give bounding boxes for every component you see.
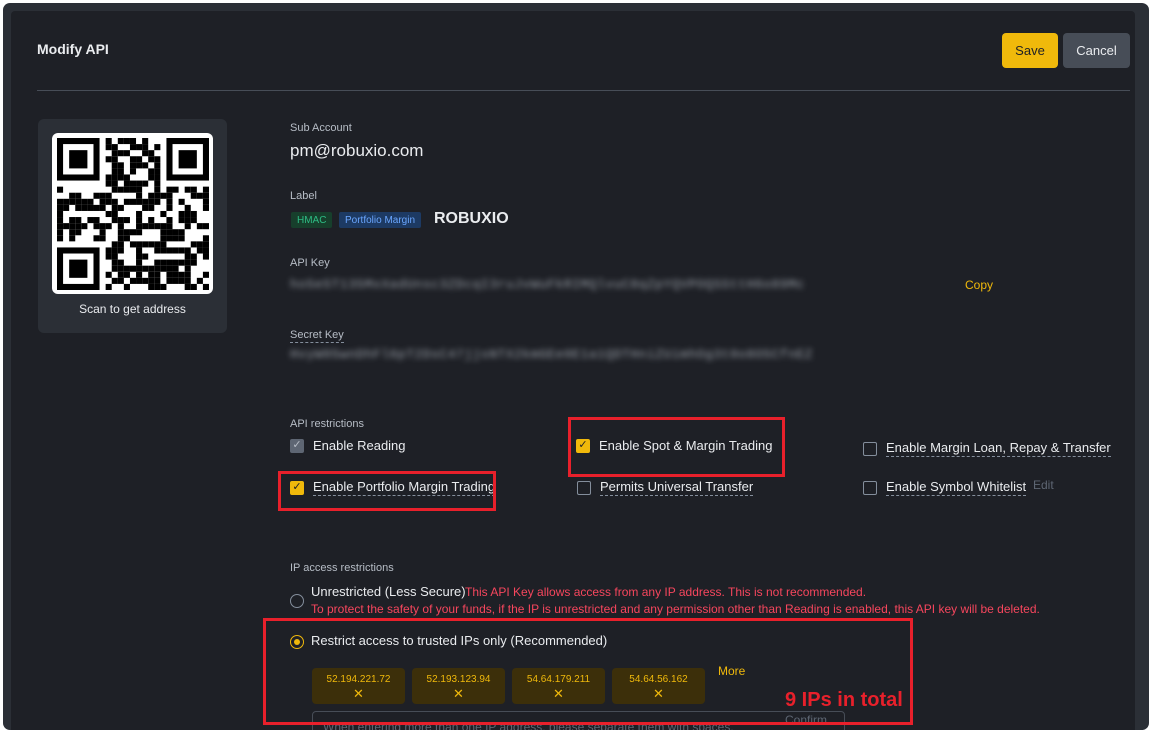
secret-key-label: Secret Key bbox=[290, 329, 344, 343]
unrestricted-warning-detail: To protect the safety of your funds, if … bbox=[311, 602, 1040, 616]
permits-universal-transfer-checkbox[interactable]: Permits Universal Transfer bbox=[577, 479, 754, 496]
enable-symbol-whitelist-label: Enable Symbol Whitelist bbox=[886, 479, 1027, 496]
screenshot-frame: Modify API Save Cancel Scan to get addre… bbox=[3, 3, 1149, 730]
enable-reading-checkbox[interactable]: ✓ Enable Reading bbox=[290, 438, 406, 453]
unrestricted-label[interactable]: Unrestricted (Less Secure) bbox=[311, 584, 466, 599]
page-title: Modify API bbox=[37, 41, 109, 57]
whitelist-edit-button[interactable]: Edit bbox=[1033, 478, 1054, 492]
label-value: ROBUXIO bbox=[434, 210, 509, 227]
checkbox-icon bbox=[863, 480, 877, 495]
sub-account-value: pm@robuxio.com bbox=[290, 141, 424, 160]
checkbox-icon bbox=[863, 441, 877, 456]
qr-card: Scan to get address bbox=[38, 119, 227, 333]
modify-api-panel: Modify API Save Cancel Scan to get addre… bbox=[11, 11, 1135, 730]
annotation-highlight-spot bbox=[568, 417, 785, 477]
unrestricted-warning: This API Key allows access from any IP a… bbox=[465, 585, 867, 599]
ip-restrictions-title: IP access restrictions bbox=[290, 562, 394, 574]
check-icon: ✓ bbox=[290, 438, 304, 453]
enable-margin-loan-checkbox[interactable]: Enable Margin Loan, Repay & Transfer bbox=[863, 440, 1111, 457]
unrestricted-radio[interactable] bbox=[290, 594, 304, 608]
portfolio-margin-tag: Portfolio Margin bbox=[339, 212, 422, 228]
qr-code bbox=[52, 133, 213, 294]
header-divider bbox=[37, 90, 1130, 91]
annotation-ip-count: 9 IPs in total bbox=[785, 689, 903, 711]
secret-key-value: HvyW05wnDhFl6pT2DsC47jjsNTX2kmGEe0E1a1QD… bbox=[290, 347, 813, 362]
api-key-label: API Key bbox=[290, 257, 330, 269]
save-button[interactable]: Save bbox=[1002, 33, 1058, 68]
permits-universal-transfer-label: Permits Universal Transfer bbox=[600, 479, 754, 496]
enable-margin-loan-label: Enable Margin Loan, Repay & Transfer bbox=[886, 440, 1111, 457]
annotation-highlight-portfolio bbox=[278, 471, 496, 511]
checkbox-icon bbox=[577, 480, 591, 495]
qr-code-image bbox=[56, 137, 209, 290]
enable-symbol-whitelist-checkbox[interactable]: Enable Symbol Whitelist bbox=[863, 479, 1027, 496]
enable-reading-label: Enable Reading bbox=[313, 438, 406, 453]
cancel-button[interactable]: Cancel bbox=[1063, 33, 1130, 68]
label-label: Label bbox=[290, 190, 317, 202]
api-key-value: ho5e5T135MxXadUnsc3ZDcqI3ruJvWuFkRIMQlvu… bbox=[290, 277, 805, 292]
copy-button[interactable]: Copy bbox=[965, 278, 993, 292]
qr-caption: Scan to get address bbox=[79, 302, 186, 316]
sub-account-label: Sub Account bbox=[290, 122, 352, 134]
hmac-tag: HMAC bbox=[291, 212, 333, 228]
api-restrictions-title: API restrictions bbox=[290, 418, 364, 430]
